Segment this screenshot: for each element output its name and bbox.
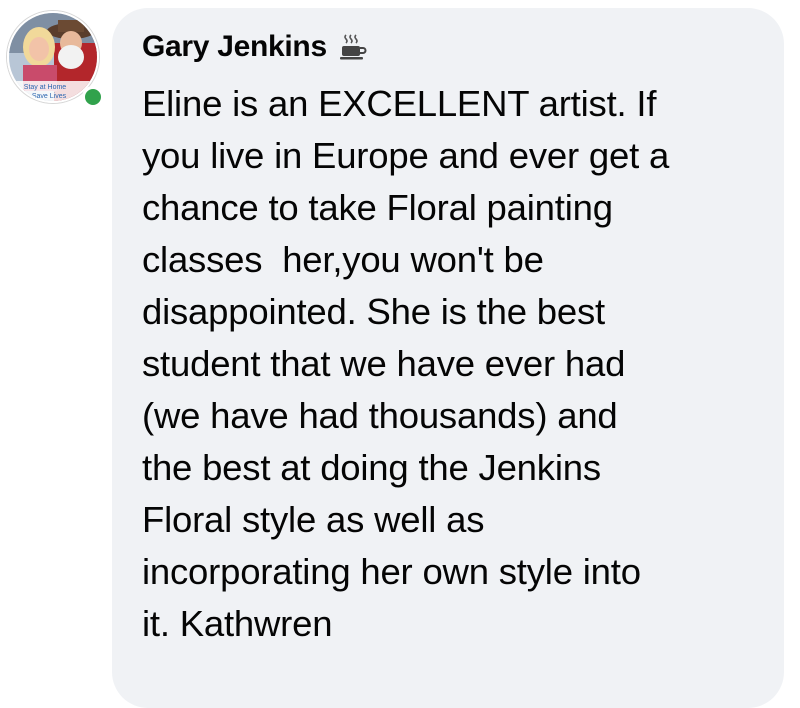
comment-header: Gary Jenkins — [142, 30, 367, 64]
author-name-link[interactable]: Gary Jenkins — [142, 30, 327, 64]
avatar-container[interactable]: Stay at Home Save Lives — [7, 11, 104, 108]
avatar-caption-2: Save Lives — [32, 93, 67, 100]
online-status-dot — [82, 86, 104, 108]
avatar-caption-1: Stay at Home — [24, 84, 67, 91]
comment-bubble: Gary Jenkins Eline is an EXCELLENT artis… — [112, 8, 784, 708]
avatar-photo: Stay at Home Save Lives — [9, 13, 97, 101]
coffee-cup-icon — [337, 32, 367, 62]
comment-body: Eline is an EXCELLENT artist. If you liv… — [142, 83, 670, 644]
